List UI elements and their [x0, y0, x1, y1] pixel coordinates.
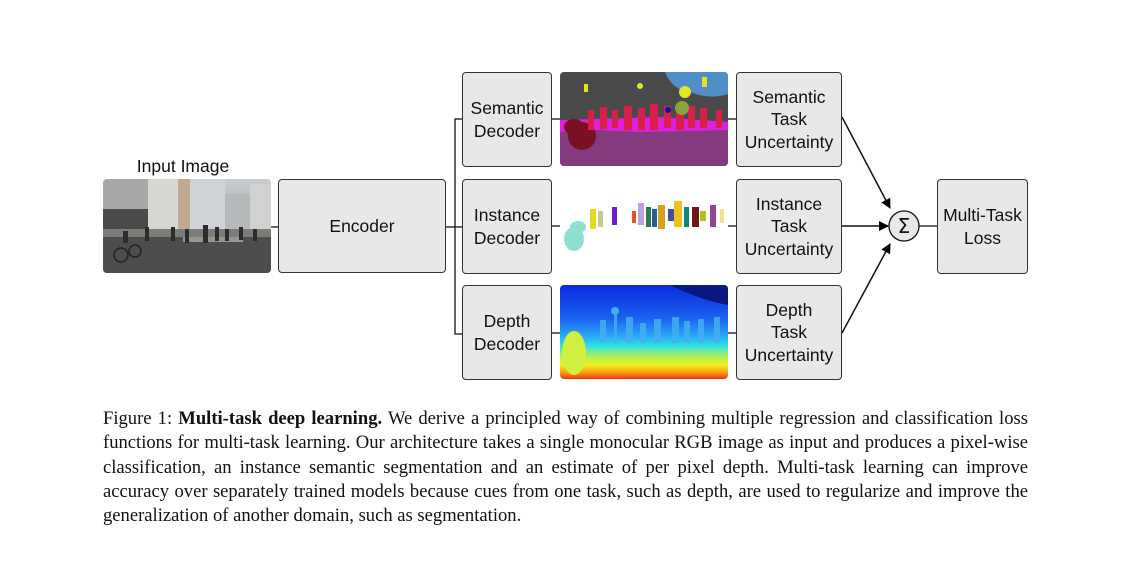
semantic-uncertainty-line3: Uncertainty	[744, 131, 834, 152]
input-image-label: Input Image	[136, 156, 230, 176]
caption-title: Multi-task deep learning.	[178, 408, 383, 429]
loss-line2: Loss	[964, 227, 1001, 248]
depth-decoder-line1: Depth	[483, 311, 531, 331]
instance-uncertainty-line1: Instance	[755, 193, 823, 214]
instance-uncertainty-line3: Uncertainty	[744, 238, 834, 259]
semantic-output-image	[560, 72, 728, 166]
instance-decoder-box: Instance Decoder	[462, 179, 552, 274]
semantic-uncertainty-line2: Task	[771, 109, 807, 130]
semantic-decoder-line2: Decoder	[473, 120, 541, 141]
semantic-uncertainty-line1: Semantic	[752, 86, 826, 107]
street-scene-image	[103, 179, 271, 273]
depth-uncertainty-line1: Depth	[765, 299, 813, 320]
instance-decoder-line2: Decoder	[473, 227, 541, 248]
figure-caption: Figure 1: Multi-task deep learning. We d…	[103, 407, 1028, 528]
semantic-decoder-box: Semantic Decoder	[462, 72, 552, 167]
depth-uncertainty-box: Depth Task Uncertainty	[736, 285, 842, 380]
sum-symbol: Σ	[898, 214, 911, 238]
instance-uncertainty-box: Instance Task Uncertainty	[736, 179, 842, 274]
depth-decoder-box: Depth Decoder	[462, 285, 552, 380]
instance-decoder-line1: Instance	[473, 205, 541, 225]
semantic-decoder-line1: Semantic	[470, 98, 544, 118]
instance-uncertainty-line2: Task	[771, 216, 807, 237]
loss-line1: Multi-Task	[943, 205, 1022, 225]
depth-map	[560, 285, 728, 379]
encoder-label: Encoder	[329, 215, 395, 236]
depth-uncertainty-line3: Uncertainty	[744, 344, 834, 365]
multi-task-loss-box: Multi-Task Loss	[937, 179, 1028, 274]
depth-decoder-line2: Decoder	[473, 333, 541, 354]
depth-output-image	[560, 285, 728, 379]
instance-output-image	[560, 179, 728, 273]
arrow-depth-to-sum	[841, 243, 891, 334]
input-image	[103, 179, 271, 273]
arrow-semantic-to-sum	[841, 116, 891, 209]
semantic-segmentation-map	[560, 72, 728, 166]
depth-uncertainty-line2: Task	[771, 322, 807, 343]
figure-label: Figure 1:	[103, 408, 173, 429]
encoder-box: Encoder	[278, 179, 446, 273]
instance-segmentation-map	[560, 179, 728, 273]
semantic-uncertainty-box: Semantic Task Uncertainty	[736, 72, 842, 167]
